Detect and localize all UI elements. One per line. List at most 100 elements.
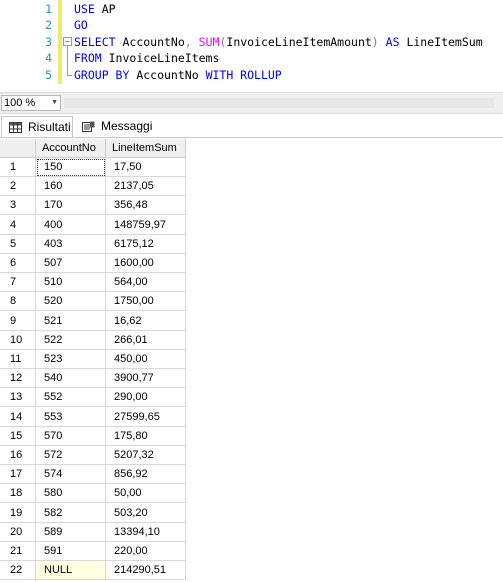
lineitemsum-cell[interactable]: 450,00: [106, 350, 186, 369]
lineitemsum-cell[interactable]: 564,00: [106, 273, 186, 293]
accountno-cell[interactable]: 160: [36, 177, 106, 197]
row-number-cell[interactable]: 10: [0, 330, 36, 350]
accountno-cell[interactable]: 400: [36, 215, 106, 235]
code-line[interactable]: 3 − SELECT AccountNo, SUM(InvoiceLineItemA…: [0, 34, 503, 50]
table-row[interactable]: 16 572 5207,32: [0, 446, 186, 465]
lineitemsum-cell[interactable]: 1750,00: [106, 292, 186, 312]
accountno-cell[interactable]: 507: [36, 254, 106, 273]
row-number-cell[interactable]: 17: [0, 465, 36, 485]
accountno-cell[interactable]: 521: [36, 311, 106, 331]
row-number-cell[interactable]: 15: [0, 426, 36, 446]
accountno-cell[interactable]: 553: [36, 407, 106, 427]
row-number-cell[interactable]: 3: [0, 196, 36, 216]
accountno-cell[interactable]: 522: [36, 330, 106, 350]
table-row[interactable]: 3 170 356,48: [0, 196, 186, 216]
row-number-cell[interactable]: 13: [0, 388, 36, 408]
row-number-cell[interactable]: 11: [0, 350, 36, 369]
accountno-cell[interactable]: 574: [36, 465, 106, 485]
accountno-cell[interactable]: 403: [36, 234, 106, 254]
lineitemsum-cell[interactable]: 856,92: [106, 465, 186, 485]
table-row[interactable]: 9 521 16,62: [0, 311, 186, 331]
collapse-region-icon[interactable]: −: [63, 36, 72, 46]
lineitemsum-cell[interactable]: 266,01: [106, 330, 186, 350]
table-row[interactable]: 18 580 50,00: [0, 484, 186, 504]
accountno-cell[interactable]: 552: [36, 388, 106, 408]
table-row[interactable]: 6 507 1600,00: [0, 254, 186, 273]
code-line[interactable]: 5 GROUP BY AccountNo WITH ROLLUP: [0, 67, 503, 83]
lineitemsum-cell[interactable]: 27599,65: [106, 407, 186, 427]
row-number-cell[interactable]: 2: [0, 177, 36, 197]
horizontal-scrollbar[interactable]: [64, 98, 494, 108]
table-row[interactable]: 7 510 564,00: [0, 273, 186, 293]
tab-results[interactable]: Risultati: [1, 116, 73, 138]
table-row[interactable]: 21 591 220,00: [0, 542, 186, 561]
accountno-cell[interactable]: NULL: [36, 561, 106, 581]
accountno-cell[interactable]: 523: [36, 350, 106, 369]
table-row[interactable]: 8 520 1750,00: [0, 292, 186, 312]
column-header-lineitemsum[interactable]: LineItemSum: [106, 139, 186, 158]
table-row[interactable]: 12 540 3900,77: [0, 369, 186, 389]
row-number-cell[interactable]: 8: [0, 292, 36, 312]
zoom-dropdown[interactable]: 100 % ▼: [1, 95, 61, 111]
lineitemsum-cell[interactable]: 148759,97: [106, 215, 186, 235]
lineitemsum-cell[interactable]: 17,50: [106, 158, 186, 177]
lineitemsum-cell[interactable]: 50,00: [106, 484, 186, 504]
sql-editor[interactable]: 1 USE AP 2 GO 3 − SELECT AccountNo, SUM(Invoic…: [0, 0, 503, 88]
table-row[interactable]: 11 523 450,00: [0, 350, 186, 369]
accountno-cell[interactable]: 582: [36, 503, 106, 523]
code-line[interactable]: 4 FROM InvoiceLineItems: [0, 50, 503, 66]
row-number-cell[interactable]: 21: [0, 542, 36, 561]
accountno-cell[interactable]: 170: [36, 196, 106, 216]
table-row[interactable]: 15 570 175,80: [0, 426, 186, 446]
row-number-cell[interactable]: 9: [0, 311, 36, 331]
lineitemsum-cell[interactable]: 2137,05: [106, 177, 186, 197]
column-header-accountno[interactable]: AccountNo: [36, 139, 106, 158]
table-row[interactable]: 2 160 2137,05: [0, 177, 186, 197]
accountno-cell[interactable]: 572: [36, 446, 106, 465]
table-row[interactable]: 10 522 266,01: [0, 330, 186, 350]
lineitemsum-cell[interactable]: 5207,32: [106, 446, 186, 465]
row-number-cell[interactable]: 5: [0, 234, 36, 254]
accountno-cell[interactable]: 589: [36, 522, 106, 542]
table-row[interactable]: 22 NULL 214290,51: [0, 561, 186, 581]
row-number-cell[interactable]: 7: [0, 273, 36, 293]
row-number-cell[interactable]: 12: [0, 369, 36, 389]
lineitemsum-cell[interactable]: 356,48: [106, 196, 186, 216]
results-grid[interactable]: AccountNo LineItemSum 1 150 17,50 2 160 2137,…: [0, 138, 503, 582]
lineitemsum-cell[interactable]: 13394,10: [106, 522, 186, 542]
lineitemsum-cell[interactable]: 503,20: [106, 503, 186, 523]
row-number-cell[interactable]: 1: [0, 158, 36, 177]
row-number-cell[interactable]: 6: [0, 254, 36, 273]
table-row[interactable]: 4 400 148759,97: [0, 215, 186, 235]
table-row[interactable]: 13 552 290,00: [0, 388, 186, 408]
lineitemsum-cell[interactable]: 175,80: [106, 426, 186, 446]
table-row[interactable]: 5 403 6175,12: [0, 234, 186, 254]
lineitemsum-cell[interactable]: 6175,12: [106, 234, 186, 254]
row-number-cell[interactable]: 18: [0, 484, 36, 504]
code-line[interactable]: 1 USE AP: [0, 1, 503, 17]
table-row[interactable]: 19 582 503,20: [0, 503, 186, 523]
lineitemsum-cell[interactable]: 1600,00: [106, 254, 186, 273]
lineitemsum-cell[interactable]: 220,00: [106, 542, 186, 561]
lineitemsum-cell[interactable]: 290,00: [106, 388, 186, 408]
table-row[interactable]: 17 574 856,92: [0, 465, 186, 485]
lineitemsum-cell[interactable]: 16,62: [106, 311, 186, 331]
table-row[interactable]: 20 589 13394,10: [0, 522, 186, 542]
accountno-cell[interactable]: 510: [36, 273, 106, 293]
accountno-cell[interactable]: 591: [36, 542, 106, 561]
lineitemsum-cell[interactable]: 3900,77: [106, 369, 186, 389]
code-line[interactable]: 2 GO: [0, 17, 503, 33]
accountno-cell[interactable]: 570: [36, 426, 106, 446]
lineitemsum-cell[interactable]: 214290,51: [106, 561, 186, 581]
row-number-cell[interactable]: 16: [0, 446, 36, 465]
tab-messages[interactable]: Messaggi: [75, 116, 155, 137]
accountno-cell[interactable]: 580: [36, 484, 106, 504]
accountno-cell[interactable]: 150: [36, 158, 106, 177]
row-number-cell[interactable]: 19: [0, 503, 36, 523]
row-number-cell[interactable]: 4: [0, 215, 36, 235]
accountno-cell[interactable]: 520: [36, 292, 106, 312]
row-number-cell[interactable]: 14: [0, 407, 36, 427]
row-number-cell[interactable]: 22: [0, 561, 36, 581]
table-row[interactable]: 1 150 17,50: [0, 158, 186, 177]
row-number-cell[interactable]: 20: [0, 522, 36, 542]
